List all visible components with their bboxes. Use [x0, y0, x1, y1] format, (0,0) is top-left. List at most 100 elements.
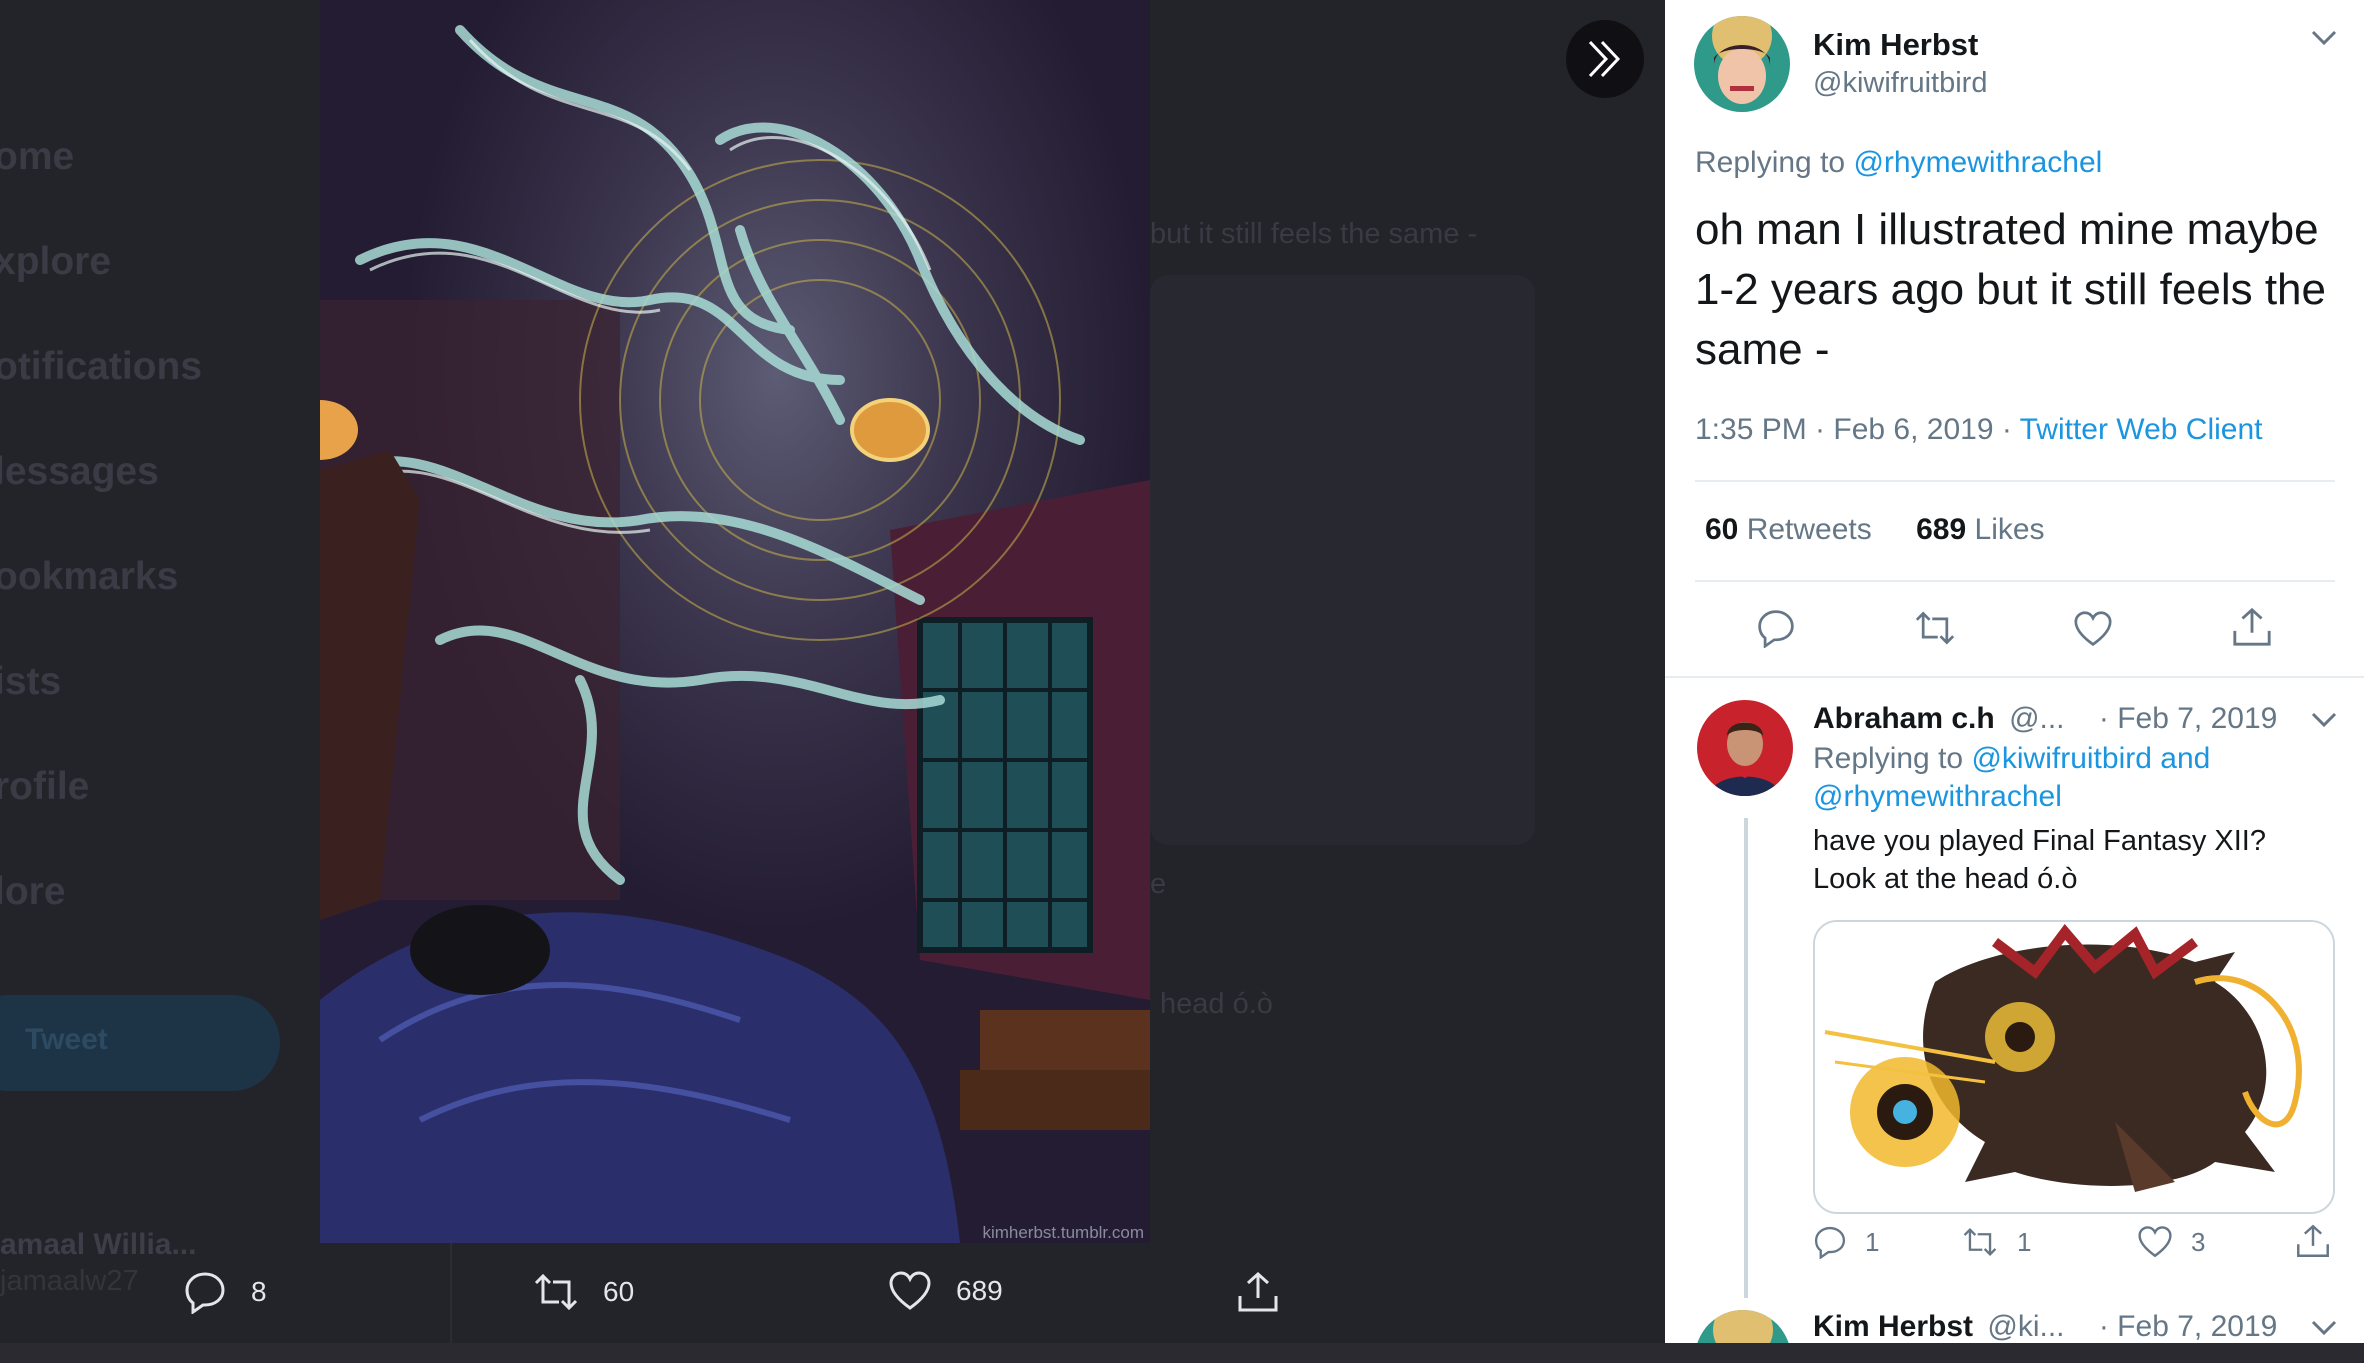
- background-snippet: but it still feels the same -: [1150, 218, 1478, 250]
- background-snippet: head ó.ò: [1160, 988, 1273, 1020]
- next-reply-avatar[interactable]: [1695, 1310, 1791, 1343]
- background-tweet-label: Tweet: [25, 1023, 108, 1056]
- share-button[interactable]: [2231, 606, 2273, 653]
- tweet-text: oh man I illustrated mine maybe 1-2 year…: [1695, 205, 2326, 374]
- reply-icon: [185, 1272, 225, 1314]
- reply-like-count: 3: [2191, 1226, 2206, 1257]
- replying-prefix: Replying to: [1695, 146, 1854, 179]
- divider: [1695, 480, 2335, 482]
- double-chevron-right-icon: [1588, 40, 1621, 78]
- reply-options-button[interactable]: [2311, 712, 2337, 733]
- nav-lists: ists: [0, 660, 62, 703]
- retweet-icon: [1963, 1227, 1997, 1257]
- replying-to-link[interactable]: @rhymewithrachel: [1853, 146, 2102, 179]
- image-watermark: kimherbst.tumblr.com: [982, 1223, 1144, 1242]
- nav-explore: xplore: [0, 240, 112, 283]
- reply-reply-button[interactable]: 1: [1813, 1225, 1879, 1259]
- tweet-options-button[interactable]: [2311, 30, 2337, 51]
- illustration: [320, 0, 1150, 1243]
- divider: [1665, 676, 2364, 678]
- heart-icon: [889, 1271, 931, 1310]
- taskbar-strip: [0, 1343, 2364, 1363]
- like-count: 689: [956, 1275, 1003, 1306]
- background-tweet-button: Tweet: [0, 995, 280, 1091]
- reply-text: have you played Final Fantasy XII? Look …: [1813, 822, 2313, 898]
- reply-retweet-button[interactable]: 1: [1961, 1225, 2031, 1259]
- retweets-label: Retweets: [1738, 513, 1872, 546]
- reply-author-handle[interactable]: @...: [2009, 702, 2064, 735]
- reply-reply-count: 1: [1865, 1226, 1880, 1257]
- reply-icon: [1758, 610, 1794, 649]
- reply-button[interactable]: 8: [183, 1270, 267, 1314]
- reply-author-name[interactable]: Abraham c.h: [1813, 702, 1995, 735]
- reply-avatar-image: [1697, 700, 1793, 796]
- reply-text-line: have you played Final Fantasy XII?: [1813, 825, 2266, 857]
- tweet-time[interactable]: 1:35 PM · Feb 6, 2019 ·: [1695, 413, 2020, 446]
- next-reply-author-handle[interactable]: @ki...: [1987, 1310, 2064, 1343]
- replying-to: Replying to @rhymewithrachel: [1695, 146, 2102, 180]
- divider: [1695, 580, 2335, 582]
- likes-label: Likes: [1966, 513, 2045, 546]
- next-image-button[interactable]: [1566, 20, 1644, 98]
- reply-date[interactable]: · Feb 7, 2019: [2099, 702, 2277, 735]
- like-total: 689: [1916, 513, 1967, 546]
- background-user-name: amaal Willia...: [0, 1228, 197, 1261]
- share-icon: [1238, 1271, 1278, 1312]
- author-name[interactable]: Kim Herbst: [1813, 27, 1978, 63]
- replying-prefix: Replying to: [1813, 742, 1972, 775]
- tweet-image: kimherbst.tumblr.com: [320, 0, 1150, 1243]
- tweet-client[interactable]: Twitter Web Client: [2020, 413, 2263, 446]
- nav-more: lore: [0, 870, 66, 913]
- reply-button[interactable]: [1756, 608, 1796, 653]
- chevron-down-icon: [2311, 1320, 2337, 1336]
- like-button[interactable]: [2072, 610, 2114, 653]
- lightbox-action-bar: 8 60 689: [0, 1270, 1665, 1330]
- reply-share-button[interactable]: [2295, 1223, 2349, 1259]
- likes-stat[interactable]: 689 Likes: [1916, 513, 2044, 546]
- share-icon: [2233, 607, 2271, 646]
- tweet-stats: 60 Retweets 689 Likes: [1705, 513, 2045, 547]
- heart-icon: [2074, 611, 2112, 647]
- author-handle[interactable]: @kiwifruitbird: [1813, 67, 1987, 100]
- nav-notifications: otifications: [0, 345, 203, 388]
- reply-like-button[interactable]: 3: [2137, 1225, 2205, 1259]
- background-snippet: e: [1150, 868, 1167, 900]
- nav-home: ome: [0, 135, 75, 178]
- nav-bookmarks: ookmarks: [0, 555, 179, 598]
- avatar-image: [1694, 16, 1790, 112]
- reply-icon: [1814, 1226, 1846, 1259]
- heart-icon: [2138, 1226, 2172, 1258]
- next-reply-header: Kim Herbst @ki... · Feb 7, 2019: [1813, 1310, 2277, 1343]
- chevron-down-icon: [2311, 30, 2337, 46]
- next-reply-options-button[interactable]: [2311, 1320, 2337, 1341]
- next-reply-author-name[interactable]: Kim Herbst: [1813, 1310, 1973, 1343]
- next-reply-avatar-image: [1695, 1310, 1791, 1343]
- retweet-icon: [1915, 611, 1955, 645]
- reply-avatar[interactable]: [1697, 700, 1793, 796]
- reply-media[interactable]: [1813, 920, 2335, 1214]
- chevron-down-icon: [2311, 712, 2337, 728]
- share-button[interactable]: [1236, 1270, 1304, 1314]
- replying-to-link[interactable]: @kiwifruitbird and: [1971, 742, 2210, 775]
- share-icon: [2297, 1224, 2329, 1257]
- nav-messages: lessages: [0, 450, 159, 493]
- like-button[interactable]: 689: [888, 1270, 1003, 1312]
- retweet-button[interactable]: [1913, 608, 1957, 653]
- next-reply-date[interactable]: · Feb 7, 2019: [2099, 1310, 2277, 1343]
- retweets-stat[interactable]: 60 Retweets: [1705, 513, 1872, 546]
- reply-replying-to-second: @rhymewithrachel: [1813, 780, 2062, 814]
- reply-replying-to: Replying to @kiwifruitbird and: [1813, 742, 2210, 776]
- reply-text-line: Look at the head ó.ò: [1813, 863, 2078, 895]
- reply-header: Abraham c.h @... · Feb 7, 2019: [1813, 702, 2277, 736]
- reply-media-image: [1815, 922, 2333, 1212]
- retweet-button[interactable]: 60: [533, 1270, 634, 1314]
- retweet-total: 60: [1705, 513, 1739, 546]
- thread-connector: [1744, 818, 1748, 1298]
- avatar[interactable]: [1694, 16, 1790, 112]
- tweet-detail-panel: Kim Herbst @kiwifruitbird Replying to @r…: [1665, 0, 2364, 1343]
- background-media-card: [1150, 275, 1535, 845]
- replying-to-link[interactable]: @rhymewithrachel: [1813, 780, 2062, 813]
- reply-retweet-count: 1: [2017, 1226, 2032, 1257]
- reply-count: 8: [251, 1276, 267, 1307]
- nav-profile: rofile: [0, 765, 90, 808]
